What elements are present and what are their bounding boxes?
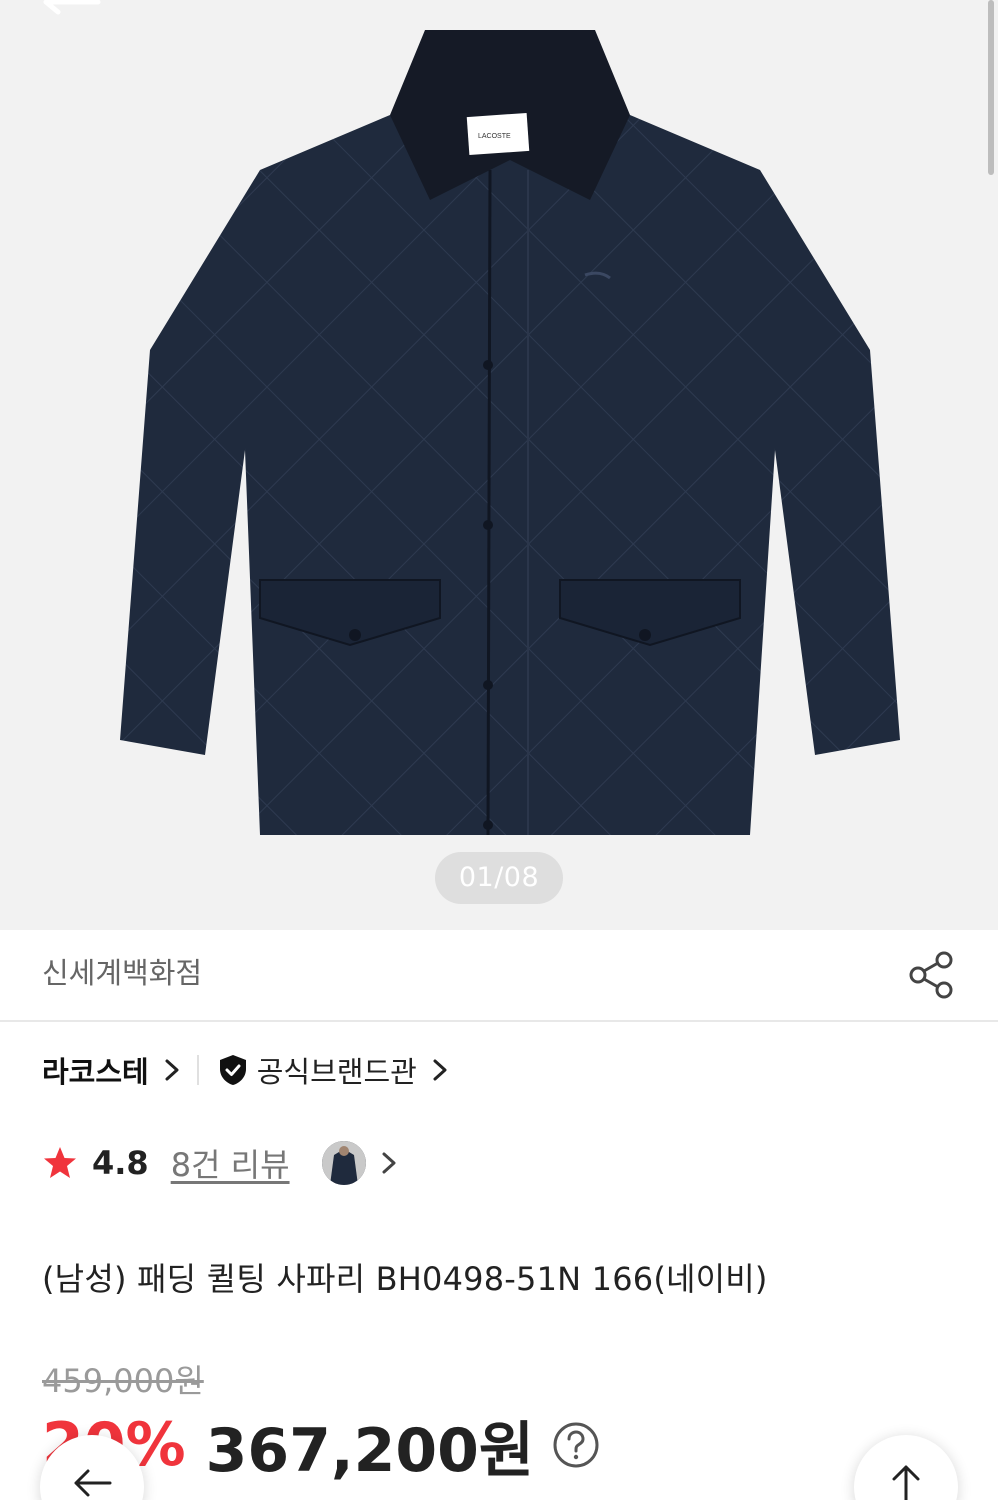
rating-row: 4.8 8건 리뷰 xyxy=(42,1136,404,1190)
arrow-left-icon[interactable] xyxy=(40,0,104,30)
product-image-gallery[interactable]: LACOSTE 01/08 xyxy=(0,0,998,930)
label-brand: LACOSTE xyxy=(478,133,511,140)
brand-name[interactable]: 라코스테 xyxy=(42,1049,149,1091)
original-price: 459,000원 xyxy=(42,1362,204,1400)
arrow-up-icon xyxy=(892,1465,920,1500)
share-icon[interactable] xyxy=(904,948,958,1002)
product-title: (남성) 패딩 퀼팅 사파리 BH0498-51N 166(네이비) xyxy=(42,1260,768,1298)
scroll-top-button[interactable] xyxy=(854,1435,958,1500)
store-row: 신세계백화점 xyxy=(0,930,998,1022)
chevron-right-icon[interactable] xyxy=(425,1055,455,1085)
chevron-right-icon[interactable] xyxy=(157,1055,187,1085)
arrow-left-icon xyxy=(74,1469,112,1497)
question-circle-icon[interactable] xyxy=(552,1421,600,1469)
chevron-right-icon[interactable] xyxy=(374,1148,404,1178)
scrollbar[interactable] xyxy=(988,0,994,175)
rating-score: 4.8 xyxy=(92,1144,149,1182)
shield-check-icon xyxy=(219,1055,246,1085)
review-photo-thumbnail[interactable] xyxy=(321,1141,366,1185)
product-image: LACOSTE xyxy=(120,30,900,836)
store-name[interactable]: 신세계백화점 xyxy=(42,950,202,992)
sale-price: 367,200원 xyxy=(205,1415,535,1486)
image-pager: 01/08 xyxy=(435,852,563,904)
reviews-link[interactable]: 8건 리뷰 xyxy=(171,1140,290,1186)
brand-row: 라코스테 공식브랜드관 xyxy=(42,1048,455,1092)
star-icon xyxy=(44,1147,76,1178)
official-brand-link[interactable]: 공식브랜드관 xyxy=(257,1049,417,1091)
divider xyxy=(196,1055,199,1085)
